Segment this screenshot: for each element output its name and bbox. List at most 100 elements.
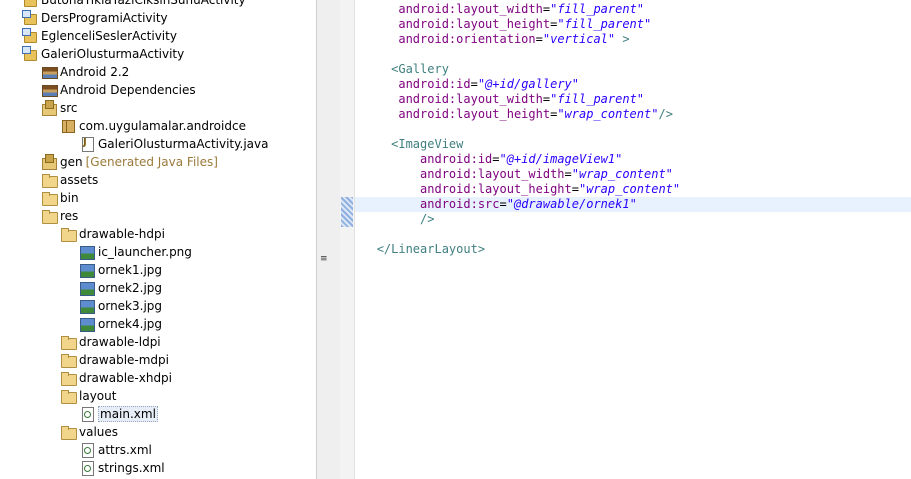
code-token: android:src (420, 197, 500, 211)
code-line: android:layout_height="wrap_content" (355, 182, 911, 197)
code-token: "wrap_content" (578, 182, 681, 196)
tree-item-label: GaleriOlusturmaActivity.java (98, 137, 269, 151)
image-file-icon (79, 280, 95, 296)
tree-item-label: drawable-mdpi (79, 353, 169, 367)
tree-item[interactable]: ic_launcher.png (79, 243, 192, 261)
tree-item[interactable]: ornek3.jpg (79, 297, 162, 315)
code-token: = (492, 152, 500, 166)
code-token: <ImageView (391, 137, 464, 151)
code-token: = (564, 167, 572, 181)
tree-item[interactable]: EglenceliSeslerActivity (22, 27, 177, 45)
code-token: = (542, 92, 551, 106)
code-token: android:id (398, 77, 471, 91)
tree-item[interactable]: ornek4.jpg (79, 315, 162, 333)
code-token: "@drawable/ornek1" (506, 197, 637, 211)
code-line: android:layout_width="fill_parent" (355, 2, 911, 17)
tree-item[interactable]: drawable-xhdpi (60, 369, 172, 387)
tree-item-label: bin (60, 191, 79, 205)
tree-item-label: GaleriOlusturmaActivity (41, 47, 185, 61)
project-icon (22, 46, 38, 62)
tree-item-label: strings.xml (98, 461, 165, 475)
tree-item[interactable]: main.xml (79, 405, 158, 423)
java-file-icon (79, 136, 95, 152)
project-icon (22, 0, 38, 8)
package-explorer-tree: ButonaTiklaYaziCiksinSunuActivity DersPro… (0, 0, 316, 479)
code-line (355, 47, 911, 62)
code-token: = (571, 182, 579, 196)
tree-item-label: ornek2.jpg (98, 281, 163, 295)
folder-icon (41, 208, 58, 224)
tree-item[interactable]: values (60, 423, 118, 441)
tree-item[interactable]: gen [Generated Java Files] (41, 153, 218, 171)
folder-icon (41, 190, 58, 206)
tree-item[interactable]: strings.xml (79, 459, 165, 477)
code-token: android:layout_width (398, 92, 543, 106)
tree-item-label: layout (79, 389, 117, 403)
tree-item[interactable]: GaleriOlusturmaActivity.java (79, 135, 268, 153)
code-token: > (615, 32, 630, 46)
code-token: = (542, 2, 551, 16)
tree-item[interactable]: drawable-ldpi (60, 333, 161, 351)
tree-item-label: assets (60, 173, 99, 187)
folder-icon (60, 424, 77, 440)
tree-item[interactable]: com.uygulamalar.androidce (60, 117, 246, 135)
tree-item[interactable]: assets (41, 171, 98, 189)
tree-item[interactable]: ornek1.jpg (79, 261, 162, 279)
tree-item-label: gen (60, 155, 83, 169)
tree-item[interactable]: ButonaTiklaYaziCiksinSunuActivity (22, 0, 246, 9)
tree-item[interactable]: res (41, 207, 78, 225)
code-line: android:layout_width="wrap_content" (355, 167, 911, 182)
tree-item[interactable]: DersProgramiActivity (22, 9, 168, 27)
code-token: </LinearLayout> (376, 242, 486, 256)
tree-item-label: res (60, 209, 79, 223)
tree-item[interactable]: Android 2.2 (41, 63, 129, 81)
code-token: "fill_parent" (550, 92, 645, 106)
folder-icon (60, 226, 77, 242)
library-icon (41, 64, 58, 80)
tree-item-label: Android Dependencies (60, 83, 196, 97)
xml-editor[interactable]: android:layout_width="fill_parent" andro… (355, 0, 911, 479)
code-line: android:layout_height="fill_parent" (355, 17, 911, 32)
image-file-icon (79, 316, 95, 332)
code-token: "@+id/imageView1" (499, 152, 623, 166)
image-file-icon (79, 298, 95, 314)
tree-item[interactable]: src (41, 99, 78, 117)
view-sash[interactable] (316, 0, 341, 479)
tree-item[interactable]: ornek2.jpg (79, 279, 162, 297)
tree-item[interactable]: drawable-hdpi (60, 225, 165, 243)
code-token: /> (658, 107, 673, 121)
image-file-icon (79, 244, 95, 260)
folder-icon (60, 388, 77, 404)
folder-icon (60, 334, 77, 350)
code-line: android:layout_height="wrap_content"/> (355, 107, 911, 122)
tree-item-label: ornek4.jpg (98, 317, 163, 331)
tree-item[interactable]: bin (41, 189, 79, 207)
code-token: "vertical" (542, 32, 616, 46)
tree-item[interactable]: attrs.xml (79, 441, 152, 459)
code-token: "@+id/gallery" (477, 77, 579, 91)
tree-item[interactable]: GaleriOlusturmaActivity (22, 45, 184, 63)
code-token: android:orientation (398, 32, 536, 46)
tree-item[interactable]: Android Dependencies (41, 81, 196, 99)
code-line: android:orientation="vertical" > (355, 32, 911, 47)
code-line: android:id="@+id/imageView1" (355, 152, 911, 167)
code-token: android:layout_height (398, 107, 551, 121)
xml-file-icon (79, 460, 95, 476)
tree-item-label: com.uygulamalar.androidce (79, 119, 246, 133)
tree-item-label: ButonaTiklaYaziCiksinSunuActivity (41, 0, 246, 7)
tree-item[interactable]: layout (60, 387, 116, 405)
tree-item[interactable]: drawable-mdpi (60, 351, 169, 369)
sash-grip-icon[interactable]: ≡ (320, 254, 328, 264)
code-token: android:layout_height (420, 182, 572, 196)
